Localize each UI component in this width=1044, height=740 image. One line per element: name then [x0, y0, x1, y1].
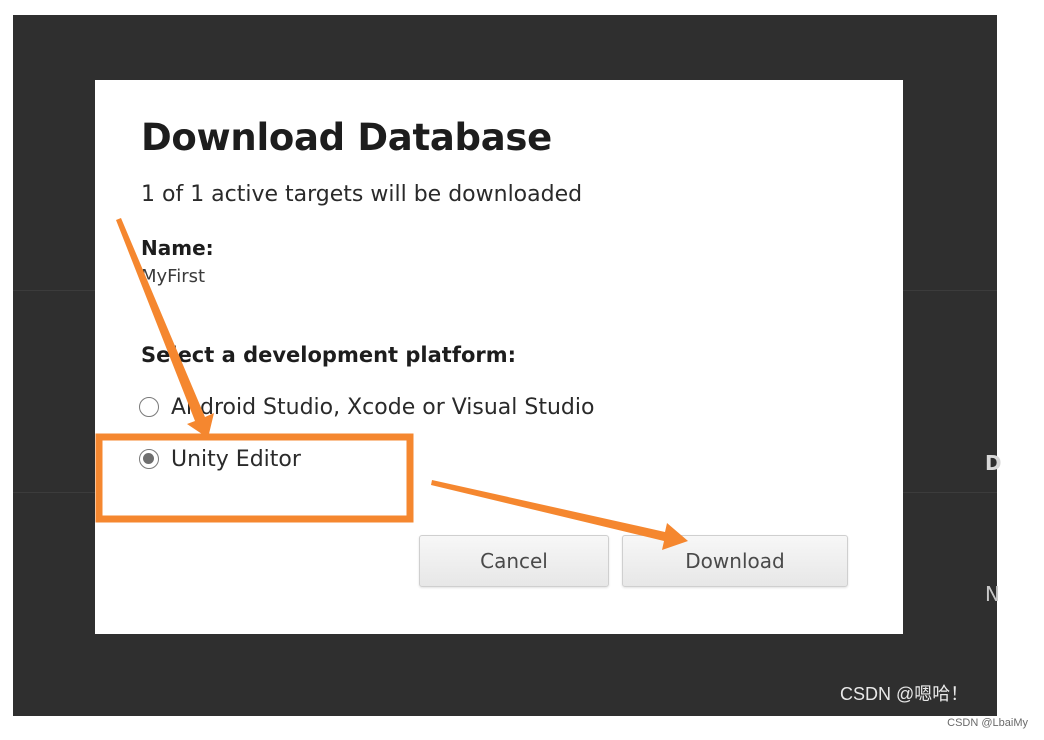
- download-database-dialog: Download Database 1 of 1 active targets …: [95, 80, 903, 634]
- database-name-value: MyFirst: [141, 266, 206, 287]
- background-clipped-text: D: [985, 451, 1002, 475]
- platform-option-label: Android Studio, Xcode or Visual Studio: [171, 394, 595, 420]
- targets-summary: 1 of 1 active targets will be downloaded: [141, 182, 583, 207]
- background-clipped-text: N: [985, 582, 1000, 606]
- dialog-title: Download Database: [141, 116, 552, 159]
- platform-select-label: Select a development platform:: [141, 343, 517, 367]
- platform-option-unity-editor[interactable]: Unity Editor: [139, 444, 301, 474]
- platform-option-android-xcode-vs[interactable]: Android Studio, Xcode or Visual Studio: [139, 392, 594, 422]
- name-label: Name:: [141, 236, 214, 260]
- watermark-footer: CSDN @LbaiMy: [947, 717, 1028, 729]
- download-button[interactable]: Download: [622, 535, 848, 587]
- watermark-overlay: CSDN @嗯哈！: [840, 684, 969, 704]
- radio-button-selected[interactable]: [139, 449, 159, 469]
- radio-button[interactable]: [139, 397, 159, 417]
- cancel-button[interactable]: Cancel: [419, 535, 609, 587]
- platform-option-label: Unity Editor: [171, 446, 301, 472]
